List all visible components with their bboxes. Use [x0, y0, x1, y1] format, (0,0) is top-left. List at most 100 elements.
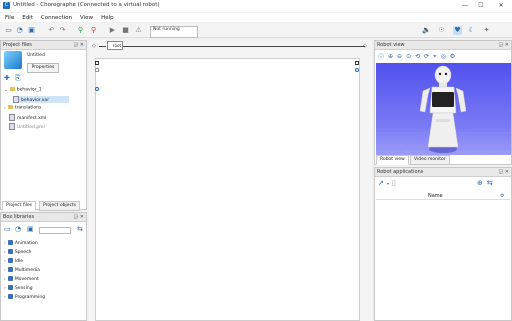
expand-icon[interactable]: ◇: [363, 43, 367, 49]
camera-icon[interactable]: ⌖: [433, 53, 436, 61]
panel-controls-icon[interactable]: ◲ ✕: [498, 41, 509, 49]
redo-icon[interactable]: ↷: [58, 26, 67, 35]
project-files-header: Project files ◲ ✕: [1, 41, 86, 50]
main-toolbar: ▭ ◔ ▣ ↶ ↷ ⚲ ⚲ ▶ ■ ⚠ Not running 🔈 ☉ ♥ ☾ …: [0, 23, 512, 38]
settings-icon[interactable]: ✦: [482, 26, 491, 35]
tree-item-manifest[interactable]: manifest.xml: [9, 114, 46, 121]
tab-project-objects[interactable]: Project objects: [39, 201, 81, 211]
onstop-input-port[interactable]: [95, 68, 99, 72]
library-item-animation[interactable]: › Animation: [4, 240, 38, 246]
tree-item-behavior-1[interactable]: ⌄ behavior_1: [4, 87, 42, 93]
output-port[interactable]: [355, 68, 359, 72]
robot-view-toolbar: ⓘ ⊕ ⊖ ⊙ ⟲ ⟳ ⌖ ◎ ⚙: [378, 52, 455, 62]
save-library-icon[interactable]: ▣: [27, 225, 34, 233]
project-name: Untitled: [27, 53, 45, 58]
column-settings-icon[interactable]: ⚙: [500, 192, 504, 200]
run-status: Not running: [150, 26, 198, 38]
library-search-input[interactable]: [39, 227, 71, 234]
minimize-button[interactable]: —: [458, 0, 472, 12]
folder-icon: [7, 105, 13, 109]
onstart-input-port[interactable]: [95, 61, 99, 65]
new-project-icon[interactable]: ▭: [4, 26, 13, 35]
rest-mode-icon[interactable]: ☾: [467, 26, 476, 35]
zoom-fit-icon[interactable]: ⊙: [406, 53, 411, 60]
library-item-idle[interactable]: › Idle: [4, 258, 23, 264]
dropdown-icon[interactable]: ▾: [387, 181, 389, 186]
maximize-button[interactable]: ☐: [474, 0, 488, 12]
zoom-in-icon[interactable]: ⊕: [388, 53, 393, 60]
robot-applications-panel: Robot applications ◲ ✕ ↗ ▾ ▯ ⊕ ⇆ Name ⚙: [374, 167, 512, 321]
menu-help[interactable]: Help: [101, 15, 114, 21]
collapse-icon[interactable]: ◇: [92, 43, 96, 49]
add-app-icon[interactable]: ⊕: [477, 179, 483, 187]
package-icon[interactable]: ⇆: [487, 179, 493, 187]
undo-icon[interactable]: ↶: [47, 26, 56, 35]
choregraphe-app-icon: C: [3, 2, 10, 9]
view-settings-icon[interactable]: ⚙: [450, 53, 455, 60]
file-icon: [9, 114, 15, 121]
rotate-icon[interactable]: ⟳: [424, 53, 429, 60]
box-libraries-header: Box libraries ◲ ✕: [1, 213, 86, 222]
robot-info-icon[interactable]: ⓘ: [378, 52, 384, 61]
robot-3d-view[interactable]: [376, 63, 511, 155]
robot-view-header: Robot view ◲ ✕: [375, 41, 511, 50]
volume-icon[interactable]: 🔈: [422, 26, 431, 35]
stop-icon[interactable]: ■: [121, 26, 130, 35]
panel-controls-icon[interactable]: ◲ ✕: [73, 213, 84, 221]
library-item-sensing[interactable]: › Sensing: [4, 285, 33, 291]
tab-robot-view[interactable]: Robot view: [376, 155, 409, 165]
menu-view[interactable]: View: [80, 15, 93, 21]
root-breadcrumb[interactable]: root: [107, 41, 123, 50]
close-button[interactable]: ✕: [494, 0, 508, 12]
apps-list[interactable]: [376, 201, 510, 319]
library-item-multimedia[interactable]: › Multimedia: [4, 267, 40, 273]
properties-button[interactable]: Properties: [27, 63, 59, 73]
library-item-movement[interactable]: › Movement: [4, 276, 39, 282]
folder-icon: [9, 87, 15, 91]
save-project-icon[interactable]: ▣: [27, 26, 36, 35]
library-item-programming[interactable]: › Programming: [4, 294, 45, 300]
title-bar: C Untitled - Choregraphe (Connected to a…: [0, 0, 512, 12]
menu-connection[interactable]: Connection: [41, 15, 72, 21]
import-file-icon[interactable]: ⎘: [15, 74, 21, 83]
open-library-icon[interactable]: ◔: [15, 225, 21, 233]
zoom-out-icon[interactable]: ⊖: [397, 53, 402, 60]
library-folder-icon: [7, 240, 13, 245]
add-file-icon[interactable]: ✚: [4, 74, 10, 82]
tab-video-monitor[interactable]: Video monitor: [410, 155, 450, 165]
library-item-speech[interactable]: › Speech: [4, 249, 31, 255]
tree-item-translations[interactable]: › translations: [4, 105, 41, 111]
autonomous-life-icon[interactable]: ♥: [453, 26, 462, 35]
connect-icon[interactable]: ⚲: [76, 26, 85, 35]
library-folder-icon: [7, 258, 13, 263]
column-name[interactable]: Name: [428, 192, 443, 200]
menu-edit[interactable]: Edit: [22, 15, 33, 21]
warning-icon: ⚠: [135, 26, 142, 34]
open-project-icon[interactable]: ◔: [15, 26, 24, 35]
project-cube-icon: [4, 51, 22, 69]
panel-controls-icon[interactable]: ◲ ✕: [73, 41, 84, 49]
install-app-icon[interactable]: ↗: [378, 179, 384, 187]
robot-apps-actions: ⊕ ⇆: [477, 179, 493, 187]
tree-item-pml[interactable]: Untitled.pml: [9, 123, 45, 130]
animation-mode-icon[interactable]: ☉: [437, 26, 446, 35]
box-libraries-panel: Box libraries ◲ ✕ ▭ ◔ ▣ ⇆ › Animation › Sp…: [0, 212, 87, 321]
breadcrumb-line: [99, 46, 106, 47]
reset-view-icon[interactable]: ⟲: [415, 53, 420, 60]
tab-project-files[interactable]: Project files: [2, 201, 37, 211]
panel-controls-icon[interactable]: ◲ ✕: [498, 168, 509, 176]
remove-app-icon[interactable]: ▯: [392, 179, 396, 187]
sensor-icon[interactable]: ◎: [441, 53, 446, 60]
robot-applications-header: Robot applications ◲ ✕: [375, 168, 511, 177]
filter-icon[interactable]: ⇆: [77, 225, 83, 233]
robot-apps-toolbar: ↗ ▾ ▯: [378, 179, 396, 187]
new-library-icon[interactable]: ▭: [4, 225, 11, 233]
menu-file[interactable]: File: [5, 15, 14, 21]
play-icon[interactable]: ▶: [108, 26, 117, 35]
breadcrumb-line: [123, 46, 365, 47]
flow-canvas[interactable]: [95, 58, 360, 321]
tree-item-behavior-xar[interactable]: behavior.xar: [13, 96, 70, 103]
disconnect-icon[interactable]: ⚲: [89, 26, 98, 35]
onstopped-output-port[interactable]: [355, 61, 359, 65]
event-input-port[interactable]: [95, 87, 99, 91]
